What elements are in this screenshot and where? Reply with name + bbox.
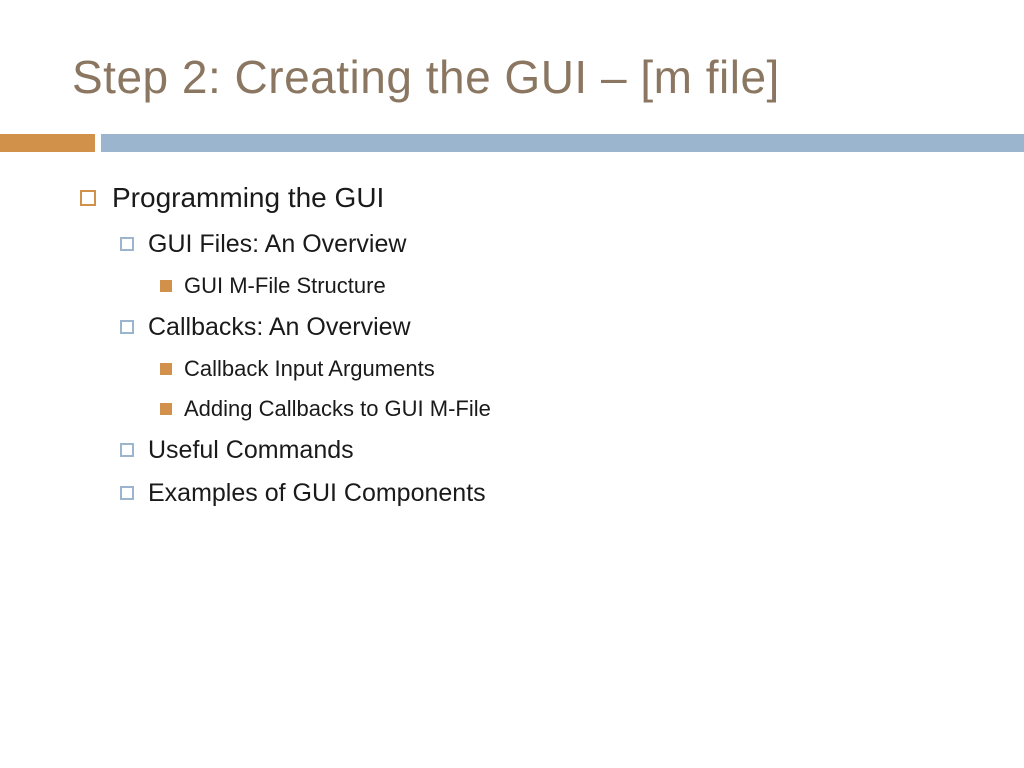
square-solid-orange-icon — [160, 280, 172, 292]
list-text: GUI M-File Structure — [184, 273, 386, 299]
list-text: Callback Input Arguments — [184, 356, 435, 382]
list-text: Examples of GUI Components — [148, 479, 486, 508]
square-open-blue-icon — [120, 320, 134, 334]
list-text: Programming the GUI — [112, 182, 384, 214]
list-text: GUI Files: An Overview — [148, 230, 406, 259]
square-solid-orange-icon — [160, 363, 172, 375]
accent-orange-block — [0, 134, 95, 152]
slide-title: Step 2: Creating the GUI – [m file] — [0, 50, 1024, 104]
slide-content: Programming the GUI GUI Files: An Overvi… — [0, 152, 1024, 508]
list-item: GUI Files: An Overview — [120, 230, 1024, 259]
list-item: GUI M-File Structure — [160, 273, 1024, 299]
list-item: Useful Commands — [120, 436, 1024, 465]
square-solid-orange-icon — [160, 403, 172, 415]
list-item: Programming the GUI — [80, 182, 1024, 214]
accent-bar — [0, 134, 1024, 152]
square-open-blue-icon — [120, 443, 134, 457]
list-text: Useful Commands — [148, 436, 354, 465]
square-open-blue-icon — [120, 486, 134, 500]
square-open-orange-icon — [80, 190, 96, 206]
list-text: Callbacks: An Overview — [148, 313, 411, 342]
list-text: Adding Callbacks to GUI M-File — [184, 396, 491, 422]
list-item: Examples of GUI Components — [120, 479, 1024, 508]
square-open-blue-icon — [120, 237, 134, 251]
accent-blue-block — [101, 134, 1024, 152]
list-item: Adding Callbacks to GUI M-File — [160, 396, 1024, 422]
list-item: Callback Input Arguments — [160, 356, 1024, 382]
list-item: Callbacks: An Overview — [120, 313, 1024, 342]
slide: Step 2: Creating the GUI – [m file] Prog… — [0, 0, 1024, 768]
